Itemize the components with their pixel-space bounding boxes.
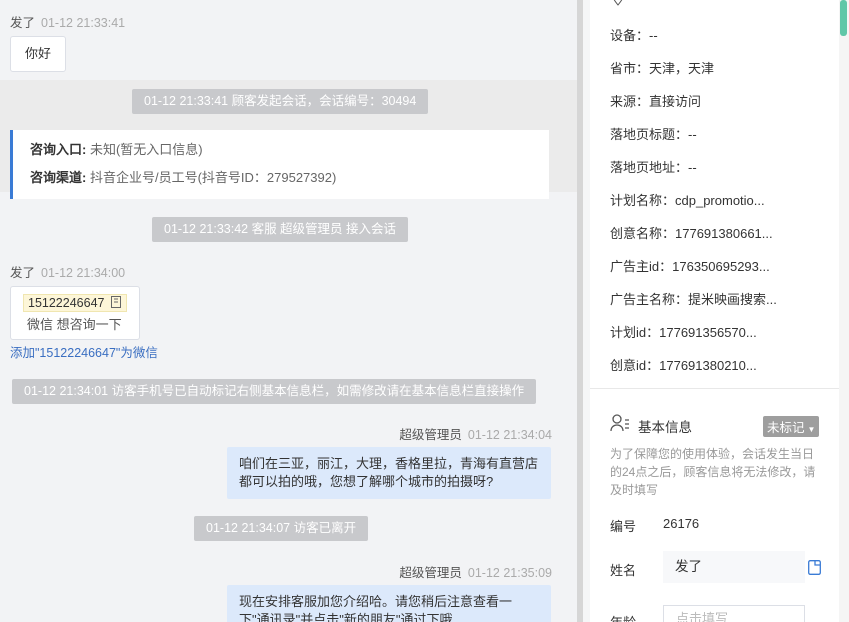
message-meta: 超级管理员 01-12 21:35:09 [399,562,552,581]
row-value: 176350695293... [672,259,770,274]
message-bubble: 现在安排客服加您介绍哈。请您稍后注意查看一下"通讯录"并点击"新的朋友"通过下哦 [227,585,551,622]
message-bubble: 你好 [10,36,66,72]
tag-dropdown[interactable]: 未标记 ▼ [763,416,820,437]
panel-divider [583,0,590,622]
message-time: 01-12 21:33:41 [41,16,126,30]
message-bubble: 咱们在三亚，丽江，大理，香格里拉，青海有直营店都可以拍的哦，您想了解哪个城市的拍… [227,447,551,499]
name-field[interactable]: 发了 [663,551,805,583]
scrollbar-thumb[interactable] [840,0,847,36]
row-value: 177691380210... [659,358,757,373]
tag-label: 未标记 [767,421,805,435]
row-value: 直接访问 [649,94,702,109]
phone-highlight[interactable]: 15122246647 [23,294,127,312]
row-label: 设备： [610,28,650,43]
row-value: 177691356570... [659,325,757,340]
sender-name: 发了 [10,16,36,30]
row-value: -- [688,127,697,142]
row-label: 计划名称： [610,193,676,208]
id-label: 编号 [610,519,637,534]
user-list-icon [610,414,629,432]
message-meta: 发了 01-12 21:34:00 [10,262,125,281]
consult-info-card: 咨询入口: 未知(暂无入口信息) 咨询渠道: 抖音企业号/员工号(抖音号ID：2… [10,130,549,199]
edit-notice: 为了保障您的使用体验，会话发生当日的24点之后，顾客信息将无法修改，请及时填写 [610,447,816,497]
channel-label: 咨询渠道: [30,170,87,185]
message-time: 01-12 21:35:09 [467,566,552,580]
system-notice: 01-12 21:34:07 访客已离开 [194,516,369,541]
info-row-creative-name: 创意名称：177691380661... [610,223,773,242]
section-divider [590,388,839,389]
system-notice: 01-12 21:34:01 访客手机号已自动标记右侧基本信息栏，如需修改请在基… [12,379,537,404]
sender-name: 超级管理员 [399,566,462,580]
info-row-landing-url: 落地页地址：-- [610,157,697,176]
info-row-landing-title: 落地页标题：-- [610,124,697,143]
row-label: 广告主名称： [610,292,689,307]
row-label: 创意名称： [610,226,676,241]
row-value: -- [649,28,658,43]
copy-icon[interactable] [808,560,821,575]
add-wechat-link[interactable]: 添加"15122246647"为微信 [10,342,158,361]
info-row-advertiser-name: 广告主名称：提米映画搜索... [610,289,777,308]
message-meta: 发了 01-12 21:33:41 [10,12,125,31]
entry-label: 咨询入口: [30,142,87,157]
channel-value: 抖音企业号/员工号(抖音号ID：279527392) [89,170,337,185]
info-row-plan-name: 计划名称：cdp_promotio... [610,190,765,209]
message-text: 微信 想咨询一下 [27,317,122,332]
message-time: 01-12 21:34:04 [467,428,552,442]
row-value: 天津，天津 [649,61,715,76]
basic-info-title: 基本信息 [638,420,692,435]
info-row-city: 省市：天津，天津 [610,58,714,77]
message-time: 01-12 21:34:00 [41,266,126,280]
copy-icon[interactable] [110,296,122,308]
age-input[interactable]: 点击填写 [663,605,805,622]
age-label: 年龄 [610,612,636,622]
row-label: 省市： [610,61,650,76]
info-row-advertiser-id: 广告主id：176350695293... [610,256,770,275]
row-label: 创意id： [610,358,660,373]
phone-number: 15122246647 [28,296,105,310]
id-value: 26176 [663,516,700,531]
system-notice: 01-12 21:33:42 客服 超级管理员 接入会话 [152,217,409,242]
location-icon [613,0,623,6]
panel-scrollbar[interactable] [839,0,849,622]
row-label: 落地页标题： [610,127,689,142]
customer-info-panel: 设备：-- 省市：天津，天津 来源：直接访问 落地页标题：-- 落地页地址：--… [590,0,839,622]
row-label: 广告主id： [610,259,673,274]
system-notice: 01-12 21:33:41 顾客发起会话，会话编号：30494 [132,89,429,114]
entry-value: 未知(暂无入口信息) [89,142,203,157]
chat-area: 发了 01-12 21:33:41 你好 01-12 21:33:41 顾客发起会… [0,0,577,622]
info-row-source: 来源：直接访问 [610,91,701,110]
sender-name: 超级管理员 [399,428,462,442]
row-label: 来源： [610,94,650,109]
sender-name: 发了 [10,266,36,280]
row-label: 计划id： [610,325,660,340]
row-label: 落地页地址： [610,160,689,175]
info-row-creative-id: 创意id：177691380210... [610,355,757,374]
row-value: 提米映画搜索... [688,292,777,307]
row-value: cdp_promotio... [675,193,765,208]
info-row-device: 设备：-- [610,25,658,44]
name-label: 姓名 [610,563,637,578]
info-row-plan-id: 计划id：177691356570... [610,322,757,341]
message-bubble: 15122246647 微信 想咨询一下 [10,286,140,340]
row-value: 177691380661... [675,226,773,241]
caret-down-icon: ▼ [807,425,816,434]
row-value: -- [688,160,697,175]
message-meta: 超级管理员 01-12 21:34:04 [399,424,552,443]
